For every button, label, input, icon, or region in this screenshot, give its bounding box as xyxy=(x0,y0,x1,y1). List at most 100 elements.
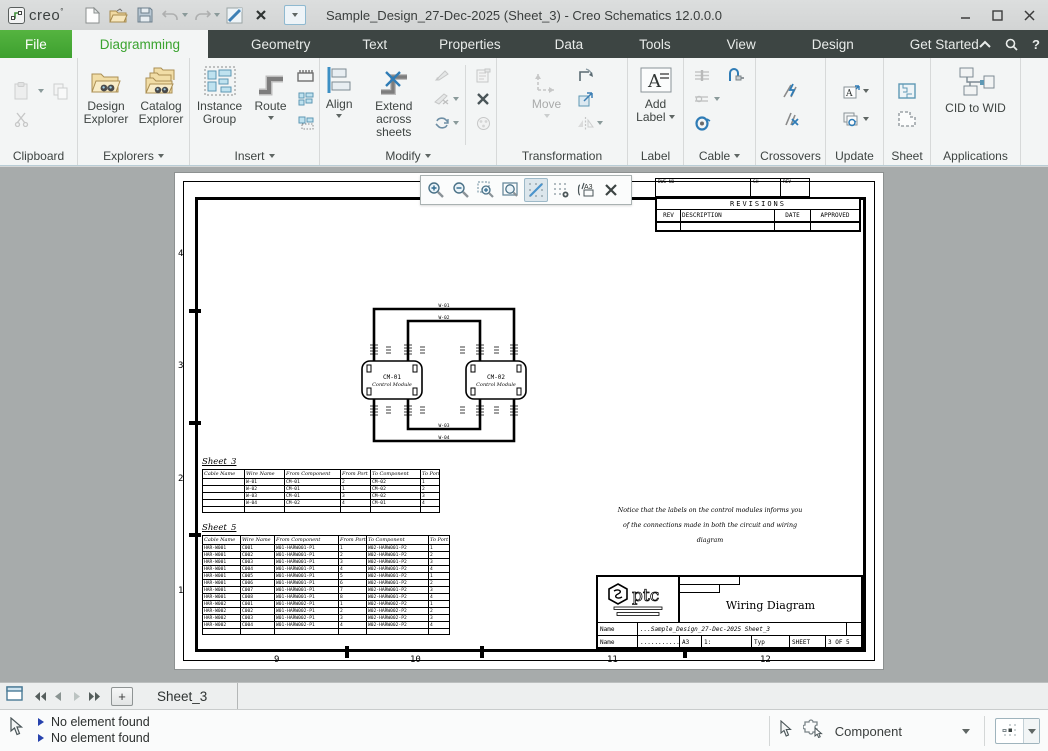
delete-button[interactable] xyxy=(472,89,494,109)
tab-tools[interactable]: Tools xyxy=(618,30,692,58)
insert-group-instance-button[interactable] xyxy=(295,113,317,133)
maximize-button[interactable] xyxy=(984,4,1010,26)
minimize-button[interactable] xyxy=(952,4,978,26)
last-sheet-button[interactable] xyxy=(85,687,103,705)
extend-across-sheets-button[interactable]: Extend across sheets xyxy=(359,63,428,139)
add-label-button[interactable]: A Add Label xyxy=(631,63,681,124)
drawing-canvas[interactable]: 4 3 2 1 9 10 11 12 DWG NO SH REV REVISIO… xyxy=(0,167,1048,682)
zoom-in-button[interactable] xyxy=(424,178,448,202)
insert-connector-button[interactable] xyxy=(295,65,317,85)
add-label-caret-icon[interactable] xyxy=(669,115,675,119)
open-button[interactable] xyxy=(108,4,130,26)
paste-button[interactable] xyxy=(10,81,32,101)
message-row[interactable]: No element found xyxy=(38,730,150,746)
collapse-ribbon-button[interactable] xyxy=(979,40,991,48)
break-conductor-caret-icon[interactable] xyxy=(453,97,459,101)
insert-block-group-button[interactable] xyxy=(295,89,317,109)
customize-quick-access-button[interactable] xyxy=(284,5,306,25)
snap-to-grid-button[interactable] xyxy=(524,178,548,202)
snap-options-caret-icon[interactable] xyxy=(1024,719,1039,743)
insert-menu-caret-icon[interactable] xyxy=(269,154,275,158)
paste-menu-caret-icon[interactable] xyxy=(38,89,44,93)
first-sheet-button[interactable] xyxy=(31,687,49,705)
wire-w04[interactable] xyxy=(374,399,514,441)
replace-button[interactable] xyxy=(431,113,453,133)
undo-button[interactable] xyxy=(160,4,182,26)
gather-into-cable-button[interactable] xyxy=(692,65,714,85)
update-labels-button[interactable]: A xyxy=(841,81,863,101)
appearance-button[interactable] xyxy=(472,113,494,133)
tab-text[interactable]: Text xyxy=(341,30,408,58)
move-menu-caret-icon[interactable] xyxy=(544,114,550,118)
tab-diagramming[interactable]: Diagramming xyxy=(72,30,208,58)
new-document-button[interactable] xyxy=(82,4,104,26)
tab-properties[interactable]: Properties xyxy=(418,30,522,58)
group-label-explorers[interactable]: Explorers xyxy=(103,149,154,163)
remove-crossover-button[interactable] xyxy=(780,109,802,129)
stop-tool-button[interactable] xyxy=(250,4,272,26)
component-cm-01[interactable]: CM-01 Control Module xyxy=(362,361,422,399)
rotate-button[interactable] xyxy=(575,65,597,85)
zoom-fit-button[interactable] xyxy=(499,178,523,202)
pointer-mode-icon[interactable] xyxy=(780,720,793,742)
scale-button[interactable] xyxy=(575,89,597,109)
add-conductor-button[interactable] xyxy=(692,89,714,109)
break-conductor-button[interactable] xyxy=(431,89,453,109)
move-button[interactable]: Move xyxy=(522,63,572,118)
group-label-insert[interactable]: Insert xyxy=(234,149,264,163)
line-style-button[interactable] xyxy=(224,4,246,26)
zoom-window-button[interactable] xyxy=(474,178,498,202)
cut-button[interactable] xyxy=(10,109,32,129)
explorers-menu-caret-icon[interactable] xyxy=(158,154,164,158)
modify-menu-caret-icon[interactable] xyxy=(425,154,431,158)
zoom-out-button[interactable] xyxy=(449,178,473,202)
snap-options-button[interactable] xyxy=(995,718,1040,744)
properties-button[interactable] xyxy=(472,65,494,85)
mirror-button[interactable] xyxy=(575,113,597,133)
sheet-tab-active[interactable]: Sheet_3 xyxy=(143,683,238,709)
tab-data[interactable]: Data xyxy=(534,30,605,58)
sheet-format-button[interactable] xyxy=(896,109,918,129)
tab-file[interactable]: File xyxy=(0,30,72,58)
cid-to-wid-button[interactable]: CID to WID xyxy=(943,63,1009,115)
tab-geometry[interactable]: Geometry xyxy=(230,30,331,58)
previous-sheet-button[interactable] xyxy=(49,687,67,705)
expand-message-icon[interactable] xyxy=(38,718,44,726)
wire-w02[interactable] xyxy=(408,321,480,363)
tab-design[interactable]: Design xyxy=(791,30,875,58)
component-cm-02[interactable]: CM-02 Control Module xyxy=(466,361,526,399)
extract-conductor-button[interactable] xyxy=(726,65,748,85)
sheet-manager-icon[interactable] xyxy=(6,686,23,706)
design-explorer-button[interactable]: Design Explorer xyxy=(80,63,132,126)
replace-caret-icon[interactable] xyxy=(453,121,459,125)
save-button[interactable] xyxy=(134,4,156,26)
command-search-button[interactable] xyxy=(1005,38,1018,51)
selection-filter-value[interactable]: Component xyxy=(835,724,902,739)
add-conductor-caret-icon[interactable] xyxy=(714,97,720,101)
message-row[interactable]: No element found xyxy=(38,714,150,730)
group-label-cable[interactable]: Cable xyxy=(699,149,730,163)
group-label-modify[interactable]: Modify xyxy=(385,149,420,163)
snap-grid-icon[interactable] xyxy=(996,719,1024,743)
close-toolbar-button[interactable] xyxy=(599,178,623,202)
redo-button[interactable] xyxy=(192,4,214,26)
expand-message-icon[interactable] xyxy=(38,734,44,742)
selection-filter-caret-icon[interactable] xyxy=(962,729,970,734)
align-button[interactable]: Align xyxy=(322,63,356,118)
sheet-setup-button[interactable] xyxy=(896,81,918,101)
instance-group-button[interactable]: Instance Group xyxy=(193,63,247,126)
insert-crossover-button[interactable] xyxy=(780,81,802,101)
close-button[interactable] xyxy=(1016,4,1042,26)
route-button[interactable]: Route xyxy=(250,63,292,120)
update-labels-caret-icon[interactable] xyxy=(863,89,869,93)
route-menu-caret-icon[interactable] xyxy=(268,116,274,120)
grid-display-button[interactable] xyxy=(549,178,573,202)
update-sheets-caret-icon[interactable] xyxy=(863,117,869,121)
undo-menu-caret-icon[interactable] xyxy=(182,13,188,17)
next-sheet-button[interactable] xyxy=(67,687,85,705)
mirror-caret-icon[interactable] xyxy=(597,121,603,125)
add-sheet-button[interactable]: + xyxy=(111,687,133,706)
copy-button[interactable] xyxy=(50,81,72,101)
help-button[interactable]: ? xyxy=(1032,37,1040,52)
modify-wire-button[interactable] xyxy=(431,65,453,85)
